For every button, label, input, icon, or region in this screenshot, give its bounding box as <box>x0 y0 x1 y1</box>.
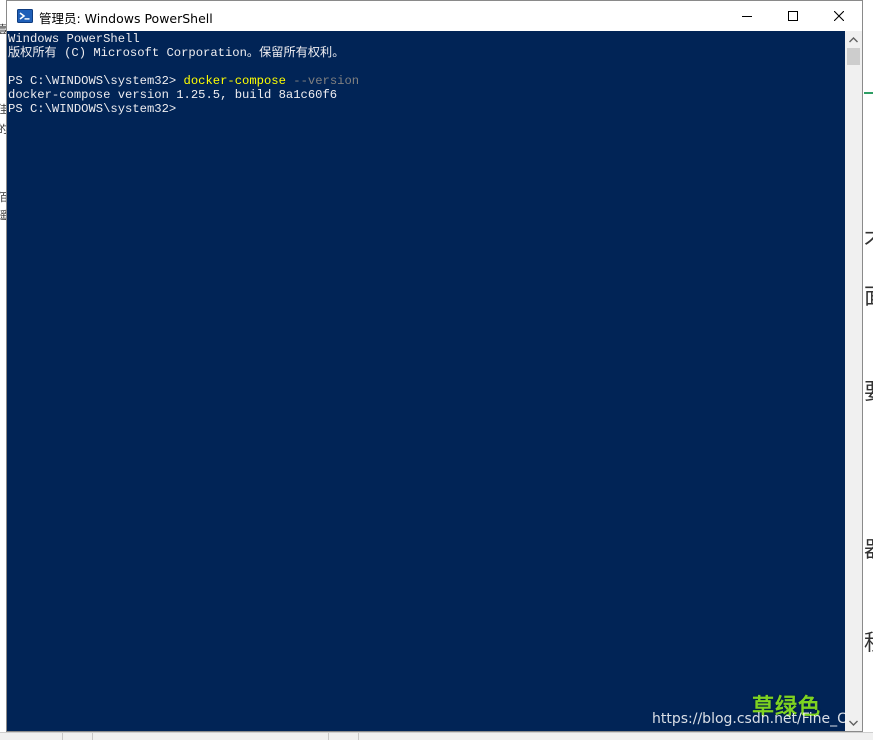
scroll-thumb[interactable] <box>847 48 860 65</box>
powershell-icon <box>17 9 33 23</box>
close-icon <box>834 11 844 21</box>
vertical-scrollbar[interactable] <box>845 31 862 731</box>
maximize-icon <box>788 11 798 21</box>
bg-right-glyph: 要 <box>864 382 873 404</box>
console-command: docker-compose <box>183 74 286 88</box>
bg-right-glyph: 器 <box>864 540 873 562</box>
minimize-button[interactable] <box>724 1 770 31</box>
chevron-up-icon <box>849 36 858 42</box>
scroll-up-button[interactable] <box>845 31 862 48</box>
bg-right-glyph: 面 <box>864 287 873 309</box>
powershell-window[interactable]: 管理员: Windows PowerShell Windows PowerShe… <box>6 0 863 732</box>
bg-green-divider <box>864 92 873 94</box>
background-right-fragment: 不 面 要 器 程 <box>862 0 873 739</box>
bg-right-glyph: 不 <box>864 232 873 254</box>
watermark-url: https://blog.csdn.net/Fine_C <box>652 711 847 727</box>
maximize-button[interactable] <box>770 1 816 31</box>
console-line-copyright: 版权所有 (C) Microsoft Corporation。保留所有权利。 <box>8 46 345 60</box>
console-prompt: PS C:\WINDOWS\system32> <box>8 74 184 88</box>
title-bar[interactable]: 管理员: Windows PowerShell <box>7 1 862 31</box>
minimize-icon <box>742 16 752 17</box>
chevron-down-icon <box>849 720 858 726</box>
console-parameter: --version <box>285 74 360 88</box>
console-area[interactable]: Windows PowerShell 版权所有 (C) Microsoft Co… <box>7 31 845 731</box>
console-line-banner: Windows PowerShell <box>8 32 140 46</box>
scroll-down-button[interactable] <box>845 714 862 731</box>
console-line-output: docker-compose version 1.25.5, build 8a1… <box>8 88 338 102</box>
console-line-command: PS C:\WINDOWS\system32> docker-compose -… <box>8 74 359 88</box>
window-title: 管理员: Windows PowerShell <box>39 11 213 26</box>
bg-right-glyph: 程 <box>864 633 873 655</box>
console-line-prompt: PS C:\WINDOWS\system32> <box>8 102 177 116</box>
close-button[interactable] <box>816 1 862 31</box>
